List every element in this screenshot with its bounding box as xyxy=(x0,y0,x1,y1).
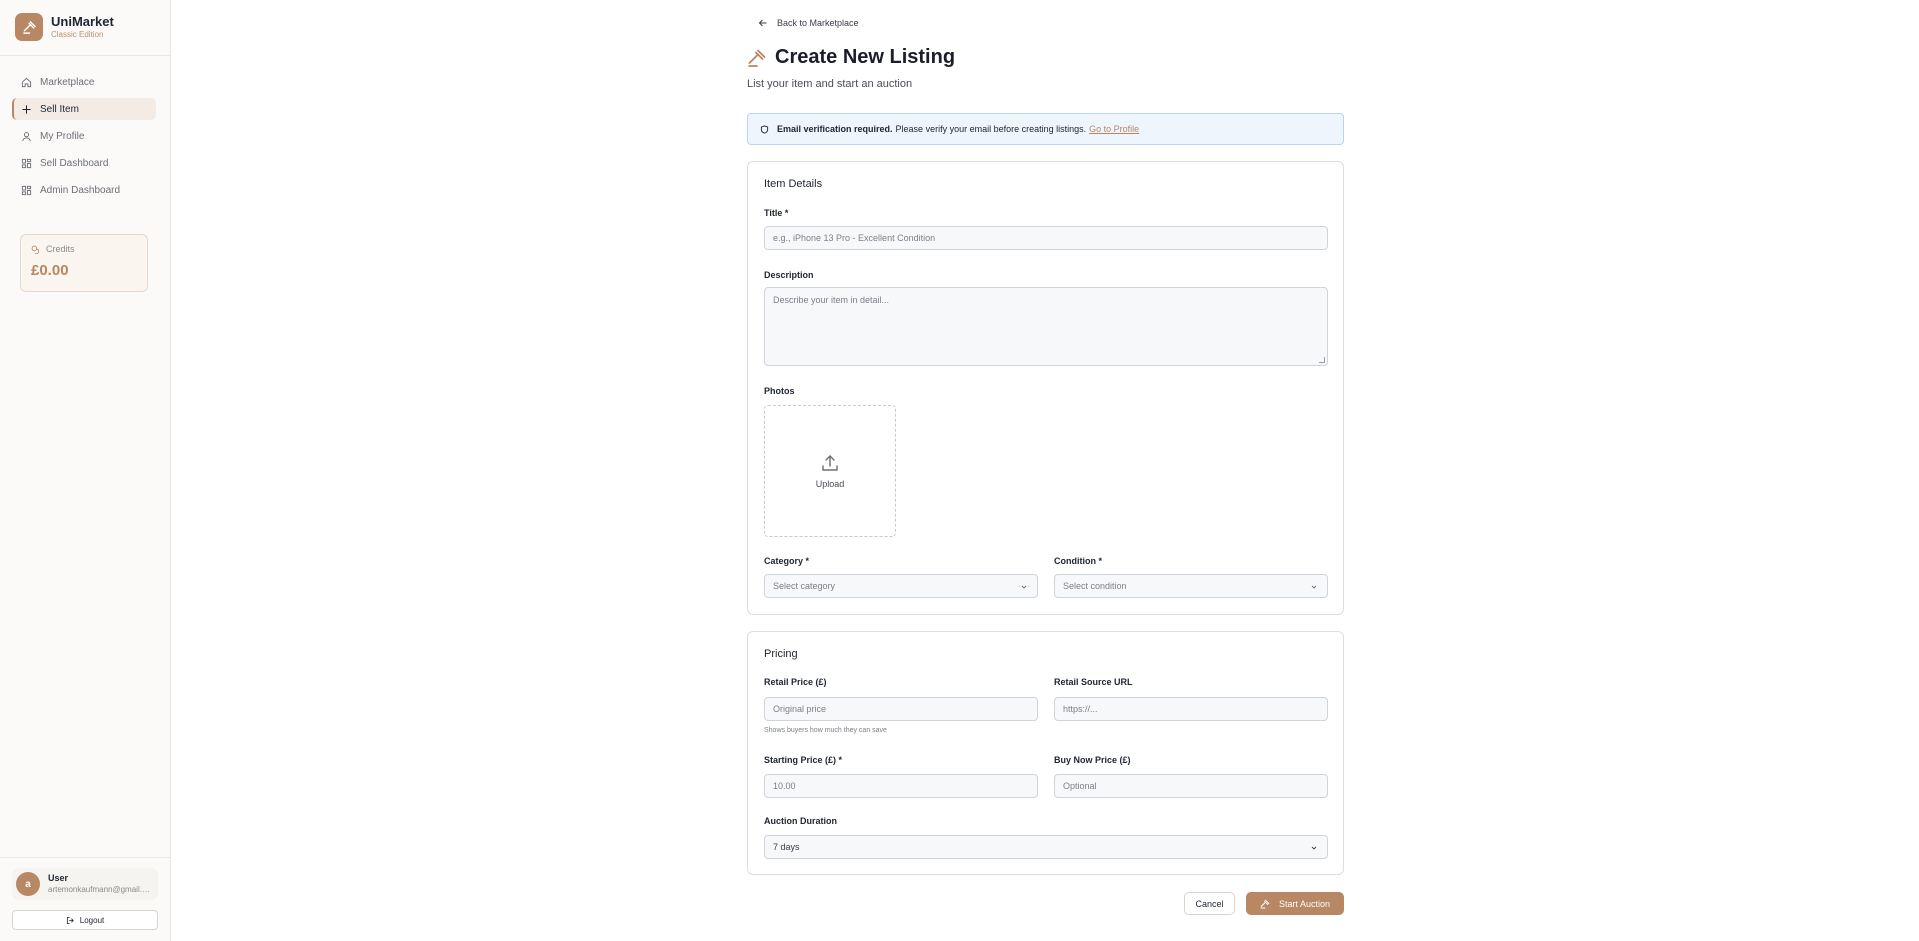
arrow-left-icon xyxy=(758,19,767,27)
photos-label: Photos xyxy=(764,386,795,396)
logout-button[interactable]: Logout xyxy=(12,910,158,930)
sidebar-item-label: Admin Dashboard xyxy=(40,184,121,196)
sidebar: UniMarket Classic Edition Marketplace Se… xyxy=(0,0,171,941)
user-email: artemonkaufmann@gmail.c... xyxy=(48,885,152,894)
dashboard-icon xyxy=(21,185,32,195)
cancel-button[interactable]: Cancel xyxy=(1184,892,1235,915)
auction-duration-label: Auction Duration xyxy=(764,816,837,826)
pricing-card: Pricing Retail Price (£) Original price … xyxy=(747,631,1344,875)
logout-icon xyxy=(66,916,74,924)
avatar: a xyxy=(16,872,40,896)
credits-label: Credits xyxy=(46,244,75,254)
sidebar-item-label: My Profile xyxy=(40,130,85,142)
user-card[interactable]: a User artemonkaufmann@gmail.c... xyxy=(12,868,158,900)
shield-icon xyxy=(760,124,769,134)
sidebar-item-marketplace[interactable]: Marketplace xyxy=(12,71,156,93)
retail-price-input[interactable]: Original price xyxy=(764,697,1038,721)
auction-duration-value: 7 days xyxy=(773,842,800,852)
credits-card: Credits £0.00 xyxy=(20,234,148,292)
condition-value: Select condition xyxy=(1063,581,1127,591)
upload-label: Upload xyxy=(815,479,845,489)
title-input[interactable]: e.g., iPhone 13 Pro - Excellent Conditio… xyxy=(764,226,1328,250)
page-subtitle: List your item and start an auction xyxy=(747,78,913,90)
retail-price-hint: Shows buyers how much they can save xyxy=(764,727,887,734)
auction-duration-select[interactable]: 7 days xyxy=(764,835,1328,859)
sidebar-item-sell-dashboard[interactable]: Sell Dashboard xyxy=(12,152,156,174)
description-placeholder: Describe your item in detail... xyxy=(773,295,890,305)
section-title: Pricing xyxy=(764,648,798,660)
photo-upload-button[interactable]: Upload xyxy=(764,405,896,537)
email-verification-alert: Email verification required. Please veri… xyxy=(747,113,1344,145)
go-to-profile-link[interactable]: Go to Profile xyxy=(1089,124,1139,134)
chevron-down-icon xyxy=(1021,585,1027,589)
brand-name: UniMarket xyxy=(51,14,114,29)
plus-icon xyxy=(22,104,31,114)
chevron-down-icon xyxy=(1311,846,1317,850)
category-value: Select category xyxy=(773,581,836,591)
description-label: Description xyxy=(764,270,814,280)
divider xyxy=(0,55,170,56)
category-select[interactable]: Select category xyxy=(764,574,1038,598)
user-icon xyxy=(22,131,31,141)
start-auction-button[interactable]: Start Auction xyxy=(1246,892,1344,915)
retail-url-label: Retail Source URL xyxy=(1054,677,1133,687)
sidebar-item-sell-item[interactable]: Sell Item xyxy=(12,98,156,120)
start-auction-label: Start Auction xyxy=(1278,898,1331,909)
sidebar-item-label: Sell Dashboard xyxy=(40,157,109,169)
starting-price-input[interactable]: 10.00 xyxy=(764,774,1038,798)
brand[interactable]: UniMarket Classic Edition xyxy=(15,13,114,41)
home-icon xyxy=(21,77,32,87)
chevron-down-icon xyxy=(1311,585,1317,589)
credits-value: £0.00 xyxy=(31,262,69,279)
user-name: User xyxy=(48,873,69,883)
sidebar-nav: Marketplace Sell Item My Profile Sell Da… xyxy=(12,71,156,206)
retail-price-label: Retail Price (£) xyxy=(764,677,827,687)
sidebar-item-label: Marketplace xyxy=(40,76,95,88)
gavel-icon xyxy=(1260,899,1270,908)
back-to-marketplace-link[interactable]: Back to Marketplace xyxy=(758,18,859,28)
sidebar-item-label: Sell Item xyxy=(40,103,79,115)
item-details-card: Item Details Title * e.g., iPhone 13 Pro… xyxy=(747,161,1344,615)
sidebar-item-my-profile[interactable]: My Profile xyxy=(12,125,156,147)
upload-icon xyxy=(822,455,838,471)
back-label: Back to Marketplace xyxy=(777,18,859,28)
starting-price-label: Starting Price (£) * xyxy=(764,755,843,765)
description-textarea[interactable]: Describe your item in detail... xyxy=(764,287,1328,366)
gavel-icon xyxy=(748,49,766,67)
alert-message: Please verify your email before creating… xyxy=(895,124,1087,134)
alert-title: Email verification required. xyxy=(777,124,893,134)
condition-select[interactable]: Select condition xyxy=(1054,574,1328,598)
sidebar-item-admin-dashboard[interactable]: Admin Dashboard xyxy=(12,179,156,201)
condition-label: Condition * xyxy=(1054,556,1102,566)
coins-icon xyxy=(31,245,40,254)
buy-now-input[interactable]: Optional xyxy=(1054,774,1328,798)
logout-label: Logout xyxy=(79,915,105,925)
dashboard-icon xyxy=(21,158,32,168)
page-title: Create New Listing xyxy=(775,46,956,68)
resize-handle[interactable] xyxy=(1319,357,1325,363)
category-label: Category * xyxy=(764,556,810,566)
retail-url-input[interactable]: https://... xyxy=(1054,697,1328,721)
title-label: Title * xyxy=(764,208,789,218)
divider xyxy=(0,857,170,858)
brand-edition: Classic Edition xyxy=(51,30,104,39)
gavel-icon xyxy=(15,13,43,41)
buy-now-label: Buy Now Price (£) xyxy=(1054,755,1131,765)
section-title: Item Details xyxy=(764,178,823,190)
